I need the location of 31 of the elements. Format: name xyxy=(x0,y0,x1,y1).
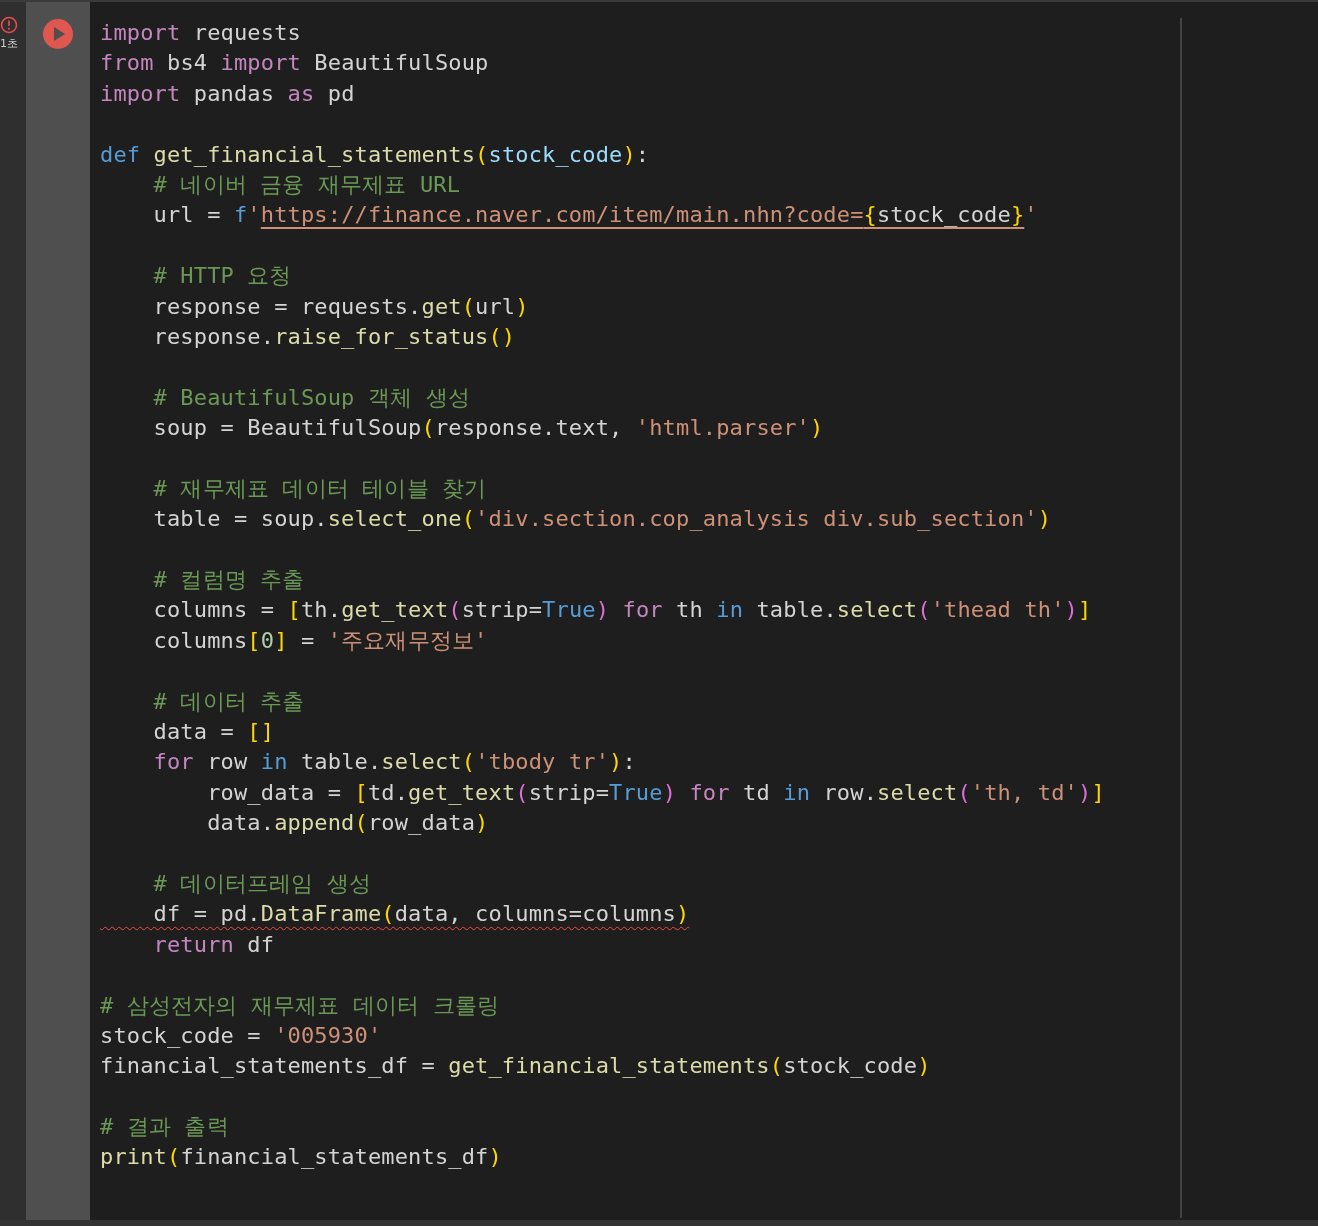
code-line: # 결과 출력 xyxy=(100,1113,230,1142)
code-line: import requests xyxy=(100,19,302,47)
code-line: columns[0] = '주요재무정보' xyxy=(152,626,489,655)
code-line: soup = BeautifulSoup(response.text, 'html.parser') xyxy=(152,414,825,443)
code-line: columns = [th.get_text(strip=True) for th in table.select('thead th')] xyxy=(152,596,1093,625)
code-line: financial_statements_df = get_financial_statements(stock_code) xyxy=(100,1052,932,1081)
code-line: response = requests.get(url) xyxy=(152,292,530,321)
execution-time: 1초 xyxy=(0,37,18,51)
code-line: from bs4 import BeautifulSoup xyxy=(100,49,490,78)
code-line: print(financial_statements_df) xyxy=(100,1143,503,1172)
code-line: response.raise_for_status() xyxy=(152,322,517,351)
code-line: # 네이버 금융 재무제표 URL xyxy=(152,170,462,199)
code-line: # 컬럼명 추출 xyxy=(152,566,306,595)
code-line: # BeautifulSoup 객체 생성 xyxy=(152,383,471,412)
code-line: # 재무제표 데이터 테이블 찾기 xyxy=(152,474,488,503)
code-line: # HTTP 요청 xyxy=(152,262,293,291)
code-line: return df xyxy=(152,930,276,959)
code-line: row_data = [td.get_text(strip=True) for td in row.select('th, td')] xyxy=(206,778,1106,807)
code-line: data.append(row_data) xyxy=(206,809,490,838)
code-line: def get_financial_statements(stock_code): xyxy=(100,140,651,169)
run-button[interactable] xyxy=(43,19,73,49)
code-line: for row in table.select('tbody tr'): xyxy=(152,748,637,777)
code-line: import pandas as pd xyxy=(100,79,356,108)
code-line: data = [] xyxy=(152,718,276,746)
code-line: df = pd.DataFrame(data, columns=columns) xyxy=(152,900,690,929)
code-line: # 삼성전자의 재무제표 데이터 크롤링 xyxy=(100,991,501,1020)
code-line: table = soup.select_one('div.section.cop_analysis div.sub_section') xyxy=(152,505,1053,534)
code-line: stock_code = '005930' xyxy=(100,1021,383,1050)
code-line: # 데이터프레임 생성 xyxy=(152,869,372,898)
code-line: # 데이터 추출 xyxy=(152,687,306,716)
code-line: url = f'https://finance.naver.com/item/main.nhn?code={stock_code}' xyxy=(152,201,1039,230)
